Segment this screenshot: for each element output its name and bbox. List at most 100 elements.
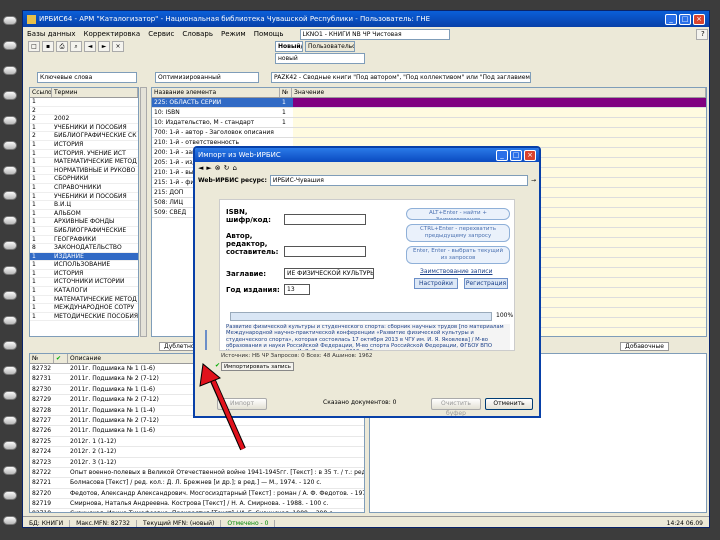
dictionary-row[interactable]: 1 СПРАВОЧНИКИ xyxy=(30,184,138,193)
forward-icon[interactable]: ► xyxy=(206,164,211,172)
import-button[interactable]: Импорт xyxy=(217,398,267,410)
dictionary-row[interactable]: 1 ИСТОЧНИКИ ИСТОРИИ xyxy=(30,278,138,288)
dictionary-row[interactable]: 1 ИСТОРИЯ. УЧЕНИЕ ИСТ xyxy=(30,150,138,159)
table-row[interactable]: 82722 Опыт военно-полевых в Великой Отече… xyxy=(30,468,364,479)
col-term[interactable]: Термин xyxy=(52,88,138,97)
tab-user[interactable]: Пользовательские xyxy=(305,41,355,52)
database-select[interactable]: LKNO1 - КНИГИ NB ЧР Чистовая xyxy=(299,28,450,40)
isbn-input[interactable] xyxy=(284,214,366,225)
help-icon[interactable]: ? xyxy=(696,28,708,40)
dictionary-row[interactable]: 1 УЧЕБНИКИ И ПОСОБИЯ xyxy=(30,193,138,202)
row-checkbox[interactable] xyxy=(54,374,68,383)
dictionary-row[interactable]: 1 МЕТОДИЧЕСКИЕ ПОСОБИЯ xyxy=(30,313,138,322)
dictionary-row[interactable]: 1 xyxy=(30,98,138,107)
dialog-maximize-button[interactable]: □ xyxy=(510,149,522,161)
menu-databases[interactable]: Базы данных xyxy=(23,30,80,38)
dictionary-row[interactable]: 1 УЧЕБНИКИ И ПОСОБИЯ xyxy=(30,124,138,133)
prev-record-icon[interactable]: ◄ xyxy=(84,41,96,52)
close-button[interactable]: × xyxy=(693,13,705,25)
home-icon[interactable]: ⌂ xyxy=(233,164,237,172)
dictionary-scrollbar[interactable] xyxy=(140,87,147,337)
dialog-minimize-button[interactable]: _ xyxy=(496,149,508,161)
current-record-field[interactable]: новый xyxy=(275,53,365,64)
row-checkbox[interactable] xyxy=(54,468,68,477)
row-checkbox[interactable] xyxy=(54,437,68,446)
dictionary-row[interactable]: 1 МАТЕМАТИЧЕСКИЕ МЕТОД xyxy=(30,158,138,167)
row-checkbox[interactable] xyxy=(54,478,68,487)
register-button[interactable]: Регистрация xyxy=(464,278,508,289)
table-row[interactable]: 82723 2012г. 3 (1-12) xyxy=(30,458,364,468)
row-checkbox[interactable] xyxy=(54,458,68,467)
table-row[interactable]: 82721 Болмасова [Текст] / ред. кол.: Д. Л… xyxy=(30,478,364,489)
go-icon[interactable]: → xyxy=(531,177,536,184)
menu-dictionary[interactable]: Словарь xyxy=(178,30,217,38)
tab-new-record[interactable]: Новый/ИРН xyxy=(275,41,303,52)
search-icon[interactable]: ⌕ xyxy=(70,41,82,52)
menu-edit[interactable]: Корректировка xyxy=(80,30,145,38)
resource-select[interactable]: ИРБИС-Чувашия xyxy=(269,174,528,186)
dictionary-row[interactable]: 8 ЗАКОНОДАТЕЛЬСТВО xyxy=(30,244,138,253)
table-row[interactable]: 82719 Смирнова, Наталья Андреевна. Костро… xyxy=(30,499,364,510)
new-record-icon[interactable]: □ xyxy=(28,41,40,52)
print-icon[interactable]: ⎙ xyxy=(56,41,68,52)
col-field-name[interactable]: Название элемента xyxy=(152,88,280,97)
worksheet-select[interactable]: Оптимизированный xyxy=(155,71,259,83)
row-checkbox[interactable] xyxy=(54,395,68,404)
dictionary-row[interactable]: 1 НОРМАТИВНЫЕ И РУКОВО xyxy=(30,167,138,176)
cancel-button[interactable]: Отменить xyxy=(485,398,533,410)
dictionary-row[interactable]: 1 АРХИВНЫЕ ФОНДЫ xyxy=(30,218,138,227)
row-checkbox[interactable] xyxy=(54,499,68,508)
dictionary-row[interactable]: 1 АЛЬБОМ xyxy=(30,210,138,219)
stop-icon[interactable]: ⊗ xyxy=(215,164,221,172)
dictionary-row[interactable]: 1 СБОРНИКИ xyxy=(30,175,138,184)
dictionary-row[interactable]: 1 МАТЕМАТИЧЕСКИЕ МЕТОД xyxy=(30,296,138,305)
worksheet-description[interactable]: PAZK42 - Сводные книги "Под автором", "П… xyxy=(271,71,531,83)
table-row[interactable]: 82724 2012г. 2 (1-12) xyxy=(30,447,364,458)
minimize-button[interactable]: _ xyxy=(665,13,677,25)
menu-mode[interactable]: Режим xyxy=(217,30,250,38)
next-record-icon[interactable]: ► xyxy=(98,41,110,52)
dictionary-row[interactable]: 1 ИЗДАНИЕ xyxy=(30,252,138,262)
dictionary-row[interactable]: 1 ГЕОГРАФИКИ xyxy=(30,236,138,245)
tab-added[interactable]: Добавочные xyxy=(620,341,669,351)
row-checkbox[interactable] xyxy=(54,364,68,373)
table-row[interactable]: 82725 2012г. 1 (1-12) xyxy=(30,437,364,448)
row-checkbox[interactable] xyxy=(54,489,68,498)
row-checkbox[interactable] xyxy=(54,416,68,425)
menu-help[interactable]: Помощь xyxy=(250,30,288,38)
row-checkbox[interactable] xyxy=(54,447,68,456)
year-input[interactable]: 13 xyxy=(284,284,310,295)
import-record-button[interactable]: Импортировать запись xyxy=(221,362,294,371)
col-mfn[interactable]: № xyxy=(30,354,54,363)
clear-buffer-button[interactable]: Очистить буфер xyxy=(431,398,481,416)
delete-icon[interactable]: × xyxy=(112,41,124,52)
maximize-button[interactable]: □ xyxy=(679,13,691,25)
dictionary-row[interactable]: 1 ИСТОРИЯ xyxy=(30,141,138,150)
dictionary-row[interactable]: 1 БИБЛИОГРАФИЧЕСКИЕ xyxy=(30,227,138,236)
dictionary-row[interactable]: 2 2002 xyxy=(30,115,138,124)
col-field-value[interactable]: Значение xyxy=(292,88,706,97)
dictionary-row[interactable]: 1 ИСТОРИЯ xyxy=(30,270,138,279)
dictionary-row[interactable]: 1 МЕЖДУНАРОДНОЕ СОТРУ xyxy=(30,304,138,313)
dictionary-row[interactable]: 1 ИСПОЛЬЗОВАНИЕ xyxy=(30,261,138,270)
table-row[interactable]: 82718 Сизинская. Ирина Тимофеевна. Прокра… xyxy=(30,509,364,512)
refresh-icon[interactable]: ↻ xyxy=(224,164,230,172)
settings-button[interactable]: Настройки xyxy=(414,278,458,289)
search-mode-select[interactable]: Ключевые слова xyxy=(37,71,137,83)
menu-service[interactable]: Сервис xyxy=(144,30,178,38)
table-row[interactable]: 82726 2011г. Подшивка № 1 (1-6) xyxy=(30,426,364,437)
import-record-link[interactable]: Заимствование записи xyxy=(420,268,492,275)
row-checkbox[interactable] xyxy=(54,406,68,415)
col-field-num[interactable]: № xyxy=(280,88,292,97)
table-row[interactable]: 82720 Федотов, Александр Александрович. М… xyxy=(30,489,364,500)
col-freq[interactable]: Ссылок xyxy=(30,88,52,97)
row-checkbox[interactable] xyxy=(54,426,68,435)
dialog-close-button[interactable]: × xyxy=(524,149,536,161)
row-checkbox[interactable] xyxy=(54,385,68,394)
dictionary-row[interactable]: 1 КАТАЛОГИ xyxy=(30,287,138,296)
dictionary-row[interactable]: 2 БИБЛИОГРАФИЧЕСКИЕ СК xyxy=(30,132,138,141)
dictionary-row[interactable]: 1 В.И.Ц xyxy=(30,201,138,210)
title-input[interactable]: ИЕ ФИЗИЧЕСКОЙ КУЛЬТУРЫ xyxy=(284,268,374,279)
back-icon[interactable]: ◄ xyxy=(198,164,203,172)
dictionary-row[interactable]: 2 xyxy=(30,107,138,116)
